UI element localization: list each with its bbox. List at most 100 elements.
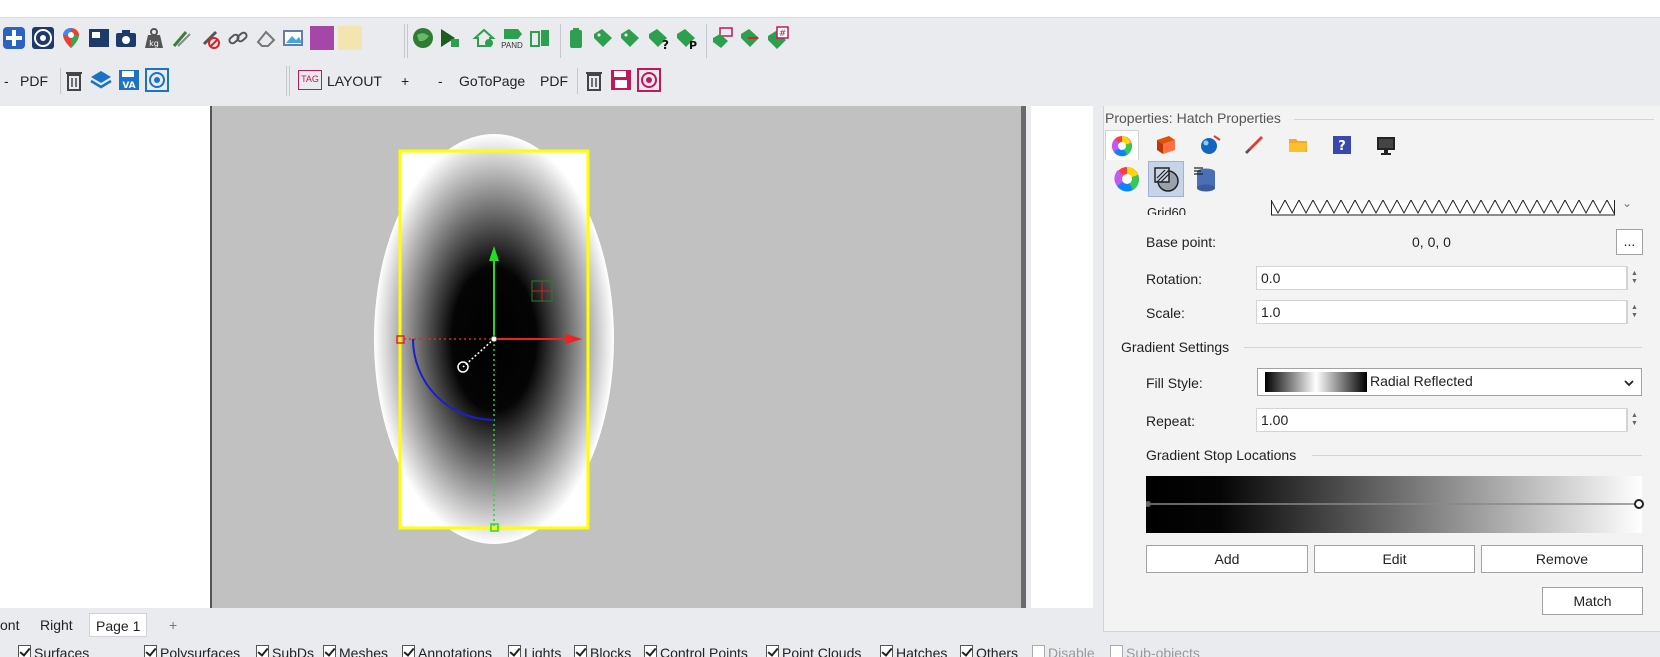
tab-render[interactable] — [1193, 130, 1227, 160]
checkbox[interactable] — [1032, 645, 1045, 657]
tag-p-icon[interactable]: P — [674, 26, 698, 50]
tag-remove-icon[interactable] — [738, 26, 762, 50]
filter-sub-objects[interactable]: Sub-objects — [1110, 645, 1200, 657]
checkbox[interactable] — [18, 645, 31, 657]
aperture-icon[interactable] — [31, 26, 55, 50]
minus-page-button[interactable]: - — [438, 72, 443, 90]
checkbox[interactable] — [1110, 645, 1123, 657]
aperture-red-icon[interactable] — [637, 68, 661, 92]
gizmo-center-point[interactable] — [490, 335, 498, 343]
filter-polysurfaces[interactable]: Polysurfaces — [144, 645, 240, 657]
tab-material[interactable] — [1149, 130, 1183, 160]
camera-icon[interactable] — [114, 26, 138, 50]
edit-stop-button[interactable]: Edit — [1314, 545, 1475, 573]
base-point-pick-button[interactable]: ... — [1616, 229, 1643, 255]
save-va-icon[interactable]: VA — [117, 68, 141, 92]
gradient-stop-end[interactable] — [1634, 499, 1644, 509]
play-tag-icon[interactable] — [437, 26, 461, 50]
add-icon[interactable] — [2, 26, 26, 50]
weight-kg-icon[interactable]: kg — [142, 26, 166, 50]
cream-swatch-icon[interactable] — [338, 26, 362, 50]
tool-icon[interactable] — [170, 26, 194, 50]
battery-icon[interactable] — [564, 26, 588, 50]
tag-green-icon[interactable] — [591, 26, 615, 50]
tag-label-icon[interactable] — [710, 26, 734, 50]
layout-button[interactable]: LAYOUT — [327, 72, 382, 90]
pdf-button[interactable]: PDF — [20, 72, 48, 90]
add-tab-button[interactable]: + — [163, 613, 183, 637]
globe-icon[interactable] — [411, 26, 435, 50]
viewport-canvas[interactable] — [210, 106, 1026, 608]
filter-meshes[interactable]: Meshes — [323, 645, 388, 657]
map-pin-icon[interactable] — [59, 26, 83, 50]
plus-button[interactable]: + — [401, 72, 409, 90]
add-stop-button[interactable]: Add — [1146, 545, 1308, 573]
layout-tag-icon[interactable]: TAG — [298, 70, 322, 90]
eraser-icon[interactable] — [254, 26, 278, 50]
home-tag-icon[interactable] — [472, 26, 496, 50]
fill-style-select[interactable]: Radial Reflected — [1257, 368, 1642, 396]
tab-right[interactable]: Right — [34, 613, 79, 637]
tag-question-icon[interactable]: ? — [646, 26, 670, 50]
aperture-blue-icon[interactable] — [145, 68, 169, 92]
checkbox[interactable] — [644, 645, 657, 657]
gradient-stops-bar[interactable] — [1146, 476, 1644, 533]
chevron-down-icon[interactable]: ⌄ — [1622, 196, 1632, 210]
checkbox[interactable] — [880, 645, 893, 657]
minus-button[interactable]: - — [4, 72, 9, 90]
goto-page-button[interactable]: GoToPage — [459, 72, 525, 90]
scale-input[interactable]: 1.0 — [1256, 300, 1627, 324]
image-edit-icon[interactable] — [282, 26, 306, 50]
filter-blocks[interactable]: Blocks — [574, 645, 631, 657]
filter-others[interactable]: Others — [960, 645, 1018, 657]
rotation-input[interactable]: 0.0 — [1256, 266, 1627, 290]
checkbox[interactable] — [256, 645, 269, 657]
trash-2-icon[interactable] — [582, 68, 606, 92]
tag-green-2-icon[interactable] — [618, 26, 642, 50]
tab-display[interactable] — [1369, 130, 1403, 160]
save-tag-icon[interactable] — [609, 68, 633, 92]
svg-text:kg: kg — [149, 39, 159, 48]
pdf-page-button[interactable]: PDF — [540, 72, 568, 90]
scale-stepper[interactable]: ▲ ▼ — [1627, 300, 1641, 324]
filter-surfaces[interactable]: Surfaces — [18, 645, 89, 657]
tag-hash-icon[interactable]: # — [765, 26, 789, 50]
checkbox[interactable] — [960, 645, 973, 657]
filter-lights[interactable]: Lights — [508, 645, 561, 657]
battery-tag-icon[interactable] — [528, 26, 552, 50]
tab-front[interactable]: ont — [0, 613, 25, 637]
pand-tag-icon[interactable]: PAND — [500, 26, 524, 50]
unlink-icon[interactable] — [198, 26, 222, 50]
subtab-object[interactable] — [1109, 161, 1145, 197]
tab-help[interactable]: ? — [1325, 130, 1359, 160]
trash-icon[interactable] — [62, 68, 86, 92]
checkbox[interactable] — [574, 645, 587, 657]
match-button[interactable]: Match — [1542, 587, 1643, 615]
tab-page-1[interactable]: Page 1 — [89, 613, 148, 637]
subtab-data[interactable] — [1187, 161, 1223, 197]
checkbox[interactable] — [323, 645, 336, 657]
repeat-stepper[interactable]: ▲ ▼ — [1627, 408, 1641, 432]
tab-texture-mapping[interactable] — [1237, 130, 1271, 160]
layers-icon[interactable] — [89, 68, 113, 92]
pattern-preview[interactable] — [1271, 200, 1615, 216]
checkbox[interactable] — [402, 645, 415, 657]
filter-point-clouds[interactable]: Point Clouds — [766, 645, 861, 657]
filter-disable[interactable]: Disable — [1032, 645, 1095, 657]
filter-subds[interactable]: SubDs — [256, 645, 314, 657]
tab-attached-files[interactable] — [1281, 130, 1315, 160]
card-icon[interactable] — [87, 26, 111, 50]
purple-swatch-icon[interactable] — [310, 26, 334, 50]
rotation-stepper[interactable]: ▲ ▼ — [1627, 266, 1641, 290]
tab-object-properties[interactable] — [1105, 130, 1139, 160]
checkbox[interactable] — [766, 645, 779, 657]
filter-control-points[interactable]: Control Points — [644, 645, 748, 657]
checkbox[interactable] — [508, 645, 521, 657]
filter-annotations[interactable]: Annotations — [402, 645, 492, 657]
filter-hatches[interactable]: Hatches — [880, 645, 947, 657]
repeat-input[interactable]: 1.00 — [1256, 408, 1627, 432]
remove-stop-button[interactable]: Remove — [1481, 545, 1643, 573]
checkbox[interactable] — [144, 645, 157, 657]
link-icon[interactable] — [226, 26, 250, 50]
subtab-hatch[interactable] — [1148, 161, 1184, 197]
